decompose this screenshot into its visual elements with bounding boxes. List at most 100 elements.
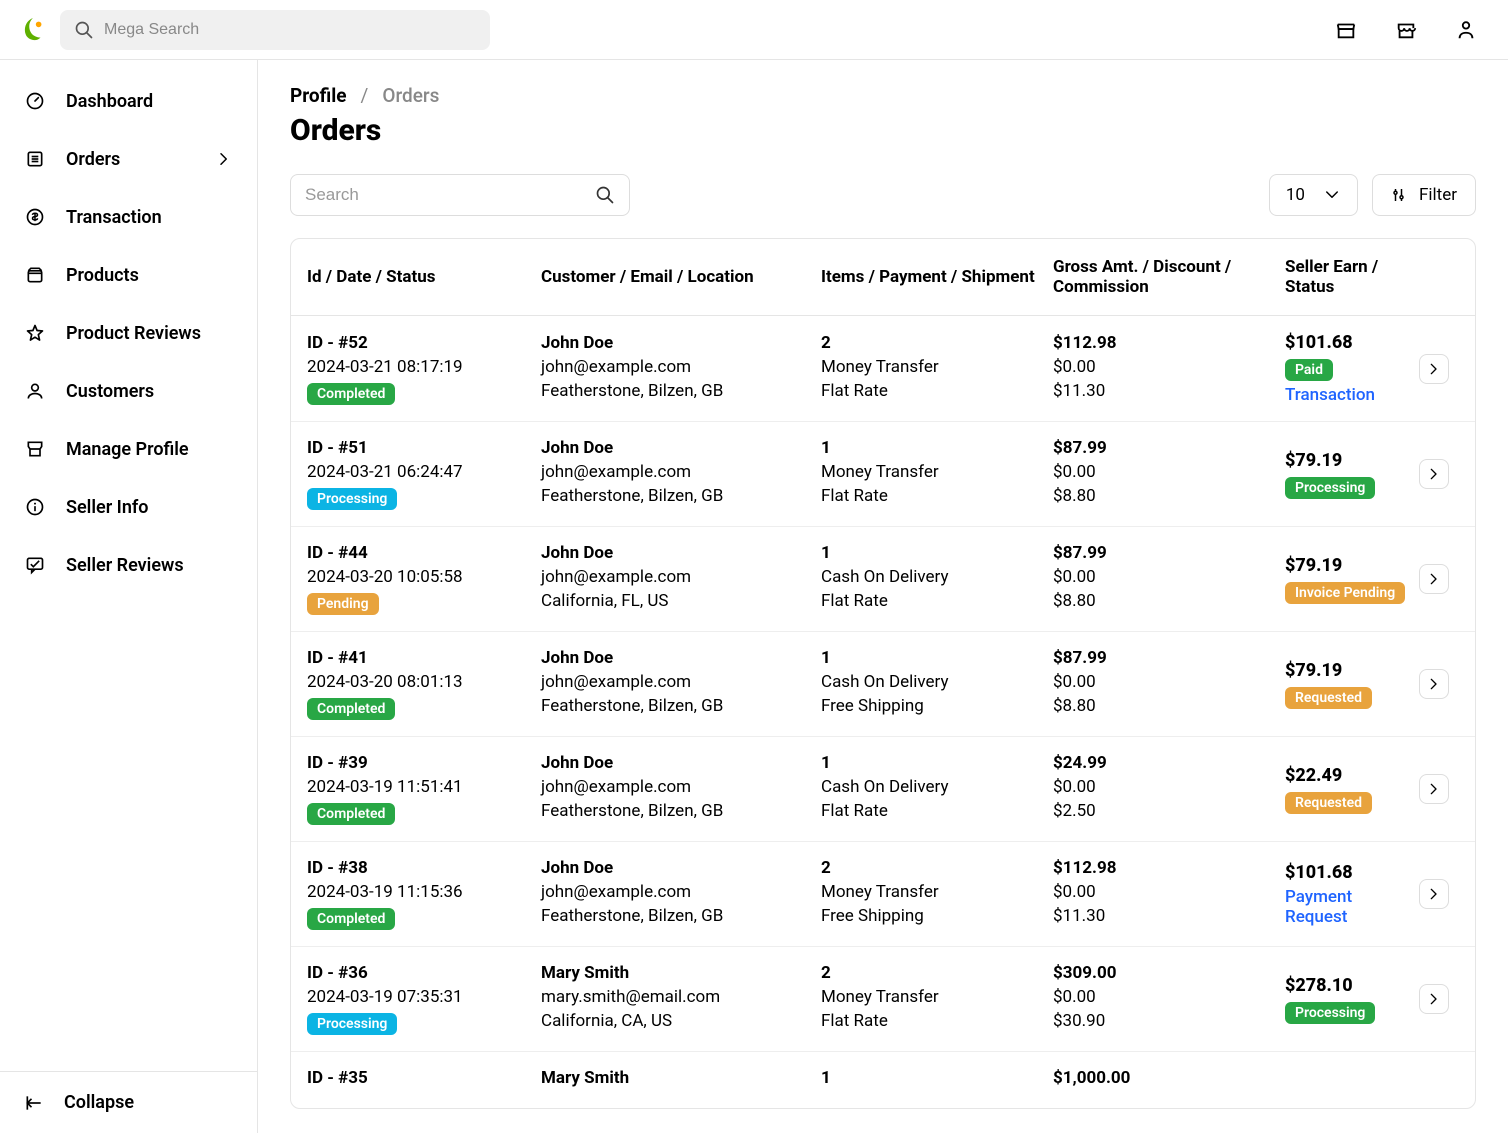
search-icon <box>74 20 94 40</box>
customer-name: Mary Smith <box>541 1068 811 1088</box>
mega-search-input[interactable] <box>104 21 476 39</box>
sidebar-item-label: Seller Reviews <box>66 555 184 576</box>
gross-amount: $112.98 <box>1053 858 1275 878</box>
table-row: ID - #52 2024-03-21 08:17:19 Completed J… <box>291 316 1475 422</box>
table-search-input[interactable] <box>305 185 595 205</box>
shipment-method: Flat Rate <box>821 801 1043 821</box>
item-count: 2 <box>821 858 1043 878</box>
customer-location: Featherstone, Bilzen, GB <box>541 801 811 821</box>
status-badge: Completed <box>307 803 395 825</box>
customer-email: john@example.com <box>541 777 811 797</box>
marketplace-icon[interactable] <box>1394 18 1418 42</box>
sidebar-item-manage-profile[interactable]: Manage Profile <box>0 420 257 478</box>
commission-amount: $8.80 <box>1053 696 1275 716</box>
earn-link[interactable]: Transaction <box>1285 385 1409 405</box>
order-id: ID - #52 <box>307 333 531 353</box>
order-date: 2024-03-21 06:24:47 <box>307 462 531 482</box>
status-badge: Processing <box>307 1013 397 1035</box>
gross-amount: $87.99 <box>1053 543 1275 563</box>
row-expand-button[interactable] <box>1419 669 1449 699</box>
earn-amount: $79.19 <box>1285 555 1409 576</box>
th-customer: Customer / Email / Location <box>541 267 821 287</box>
order-id: ID - #38 <box>307 858 531 878</box>
sidebar-item-orders[interactable]: Orders <box>0 130 257 188</box>
discount-amount: $0.00 <box>1053 462 1275 482</box>
shop-icon[interactable] <box>1334 18 1358 42</box>
commission-amount: $8.80 <box>1053 591 1275 611</box>
item-count: 1 <box>821 1068 1043 1088</box>
breadcrumb: Profile / Orders <box>290 84 1476 107</box>
sidebar-item-transaction[interactable]: Transaction <box>0 188 257 246</box>
row-expand-button[interactable] <box>1419 774 1449 804</box>
item-count: 1 <box>821 543 1043 563</box>
commission-amount: $30.90 <box>1053 1011 1275 1031</box>
chevron-right-icon <box>215 150 233 168</box>
table-header: Id / Date / Status Customer / Email / Lo… <box>291 239 1475 316</box>
gross-amount: $87.99 <box>1053 438 1275 458</box>
info-icon <box>24 496 46 518</box>
row-expand-button[interactable] <box>1419 459 1449 489</box>
earn-amount: $79.19 <box>1285 660 1409 681</box>
customer-email: john@example.com <box>541 672 811 692</box>
orders-table: Id / Date / Status Customer / Email / Lo… <box>290 238 1476 1109</box>
customer-email: john@example.com <box>541 567 811 587</box>
collapse-button[interactable]: Collapse <box>0 1071 257 1133</box>
row-expand-button[interactable] <box>1419 354 1449 384</box>
sidebar-item-product-reviews[interactable]: Product Reviews <box>0 304 257 362</box>
gross-amount: $112.98 <box>1053 333 1275 353</box>
mega-search[interactable] <box>60 10 490 50</box>
order-date: 2024-03-20 08:01:13 <box>307 672 531 692</box>
sidebar-item-customers[interactable]: Customers <box>0 362 257 420</box>
sidebar: Dashboard Orders Transaction Products Pr… <box>0 60 258 1133</box>
status-badge: Completed <box>307 383 395 405</box>
sliders-icon <box>1391 186 1409 204</box>
order-id: ID - #44 <box>307 543 531 563</box>
chevron-down-icon <box>1323 186 1341 204</box>
sidebar-item-label: Customers <box>66 381 154 402</box>
store-icon <box>24 438 46 460</box>
page-size-select[interactable]: 10 <box>1269 174 1358 216</box>
customer-name: John Doe <box>541 438 811 458</box>
order-date: 2024-03-19 07:35:31 <box>307 987 531 1007</box>
discount-amount: $0.00 <box>1053 987 1275 1007</box>
row-expand-button[interactable] <box>1419 564 1449 594</box>
sidebar-item-products[interactable]: Products <box>0 246 257 304</box>
customer-email: mary.smith@email.com <box>541 987 811 1007</box>
shipment-method: Flat Rate <box>821 486 1043 506</box>
sidebar-item-seller-reviews[interactable]: Seller Reviews <box>0 536 257 594</box>
table-row: ID - #51 2024-03-21 06:24:47 Processing … <box>291 422 1475 527</box>
row-expand-button[interactable] <box>1419 984 1449 1014</box>
order-id: ID - #35 <box>307 1068 531 1088</box>
order-date: 2024-03-20 10:05:58 <box>307 567 531 587</box>
item-count: 1 <box>821 648 1043 668</box>
search-icon <box>595 185 615 205</box>
customer-email: john@example.com <box>541 882 811 902</box>
page-title: Orders <box>290 113 1476 148</box>
sidebar-item-dashboard[interactable]: Dashboard <box>0 72 257 130</box>
filter-button[interactable]: Filter <box>1372 174 1476 216</box>
table-row: ID - #41 2024-03-20 08:01:13 Completed J… <box>291 632 1475 737</box>
item-count: 2 <box>821 963 1043 983</box>
breadcrumb-root[interactable]: Profile <box>290 84 347 107</box>
payment-method: Money Transfer <box>821 357 1043 377</box>
commission-amount: $11.30 <box>1053 906 1275 926</box>
user-icon <box>24 380 46 402</box>
account-icon[interactable] <box>1454 18 1478 42</box>
earn-amount: $101.68 <box>1285 862 1409 883</box>
row-expand-button[interactable] <box>1419 879 1449 909</box>
app-logo[interactable] <box>18 15 48 45</box>
gross-amount: $24.99 <box>1053 753 1275 773</box>
table-search[interactable] <box>290 174 630 216</box>
order-date: 2024-03-19 11:51:41 <box>307 777 531 797</box>
earn-link[interactable]: Payment Request <box>1285 887 1409 927</box>
sidebar-item-seller-info[interactable]: Seller Info <box>0 478 257 536</box>
commission-amount: $8.80 <box>1053 486 1275 506</box>
table-row: ID - #35 Mary Smith 1 $1,000.00 <box>291 1052 1475 1108</box>
shipment-method: Free Shipping <box>821 906 1043 926</box>
payment-method: Cash On Delivery <box>821 567 1043 587</box>
th-items: Items / Payment / Shipment <box>821 267 1053 287</box>
commission-amount: $2.50 <box>1053 801 1275 821</box>
breadcrumb-separator: / <box>361 84 369 107</box>
item-count: 2 <box>821 333 1043 353</box>
earn-amount: $278.10 <box>1285 975 1409 996</box>
